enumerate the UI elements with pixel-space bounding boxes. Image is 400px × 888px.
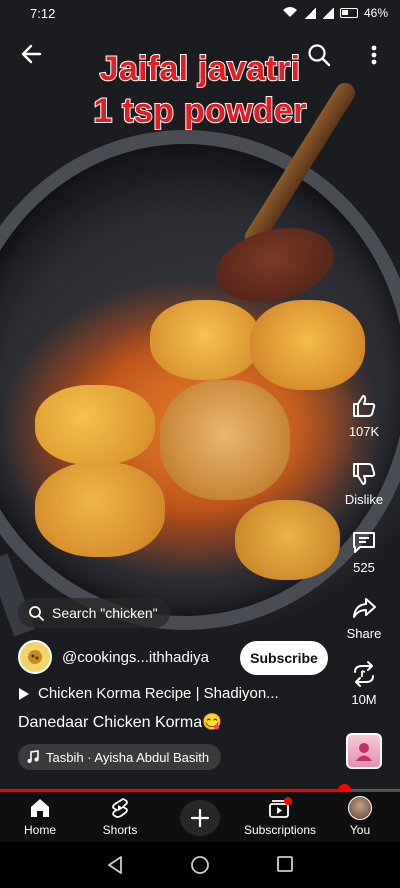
nav-home-label: Home (23, 823, 56, 837)
nav-subscriptions[interactable]: Subscriptions (240, 796, 320, 837)
search-suggestion-chip[interactable]: Search "chicken" (18, 598, 170, 628)
like-count: 107K (348, 424, 380, 439)
battery-icon (339, 8, 358, 18)
status-bar: 7:12 46% (0, 0, 400, 26)
comment-count: 525 (353, 560, 375, 575)
food-piece (250, 300, 365, 390)
video-title-row[interactable]: Chicken Korma Recipe | Shadiyon... (18, 685, 338, 702)
remix-count: 10M (351, 692, 377, 707)
user-avatar (348, 796, 372, 820)
music-label: Tasbih · Ayisha Abdul Basith (46, 749, 210, 765)
signal-icon (321, 7, 334, 19)
food-piece (35, 385, 155, 465)
nav-shorts[interactable]: Shorts (98, 796, 142, 837)
search-chip-label: Search "chicken" (52, 605, 158, 621)
dislike-label: Dislike (344, 492, 384, 507)
shorts-icon (112, 798, 128, 818)
share-label: Share (346, 626, 382, 641)
video-title[interactable]: Chicken Korma Recipe | Shadiyon... (38, 685, 279, 702)
bottom-nav: Home Shorts Subscriptions You (0, 792, 400, 842)
nav-shorts-label: Shorts (102, 823, 138, 837)
video-description[interactable]: Danedaar Chicken Korma😋 (18, 712, 222, 732)
home-icon (31, 799, 49, 817)
system-nav-bar (0, 842, 400, 888)
search-icon (29, 606, 44, 621)
comment-icon (353, 532, 375, 553)
music-chip[interactable]: Tasbih · Ayisha Abdul Basith (18, 744, 222, 770)
nav-subscriptions-label: Subscriptions (243, 823, 317, 837)
share-icon (353, 598, 376, 618)
nav-you-label: You (349, 823, 371, 837)
status-time: 7:12 (30, 5, 56, 21)
subscriptions-icon (269, 797, 292, 818)
remix-button[interactable]: 10M (340, 660, 388, 707)
battery-percent: 46% (363, 6, 388, 20)
like-button[interactable]: 107K (340, 392, 388, 439)
system-home-icon[interactable] (190, 855, 210, 880)
remix-icon (354, 661, 374, 687)
nav-home[interactable]: Home (18, 796, 62, 837)
share-button[interactable]: Share (340, 594, 388, 641)
channel-handle[interactable]: @cookings...ithhadiya (62, 649, 209, 666)
thumbs-down-icon (353, 463, 376, 485)
comments-button[interactable]: 525 (340, 528, 388, 575)
music-note-icon (27, 750, 39, 763)
system-back-icon[interactable] (106, 855, 124, 880)
food-piece (35, 462, 165, 557)
food-piece (160, 380, 290, 500)
thumbs-up-icon (353, 395, 376, 417)
dislike-button[interactable]: Dislike (340, 460, 388, 507)
plus-icon (190, 808, 210, 828)
wifi-icon (282, 6, 298, 21)
play-icon (19, 687, 29, 700)
search-icon[interactable] (306, 42, 332, 68)
nav-you[interactable]: You (340, 796, 380, 837)
channel-avatar[interactable] (18, 640, 52, 674)
signal-icon (303, 7, 316, 19)
sound-thumbnail[interactable] (346, 733, 382, 769)
system-recents-icon[interactable] (276, 855, 294, 878)
channel-row[interactable]: @cookings...ithhadiya (18, 640, 209, 674)
subscribe-button[interactable]: Subscribe (240, 641, 328, 675)
more-vert-icon[interactable] (368, 42, 380, 68)
create-button[interactable] (180, 800, 220, 836)
food-piece (150, 300, 260, 380)
food-piece (235, 500, 340, 580)
